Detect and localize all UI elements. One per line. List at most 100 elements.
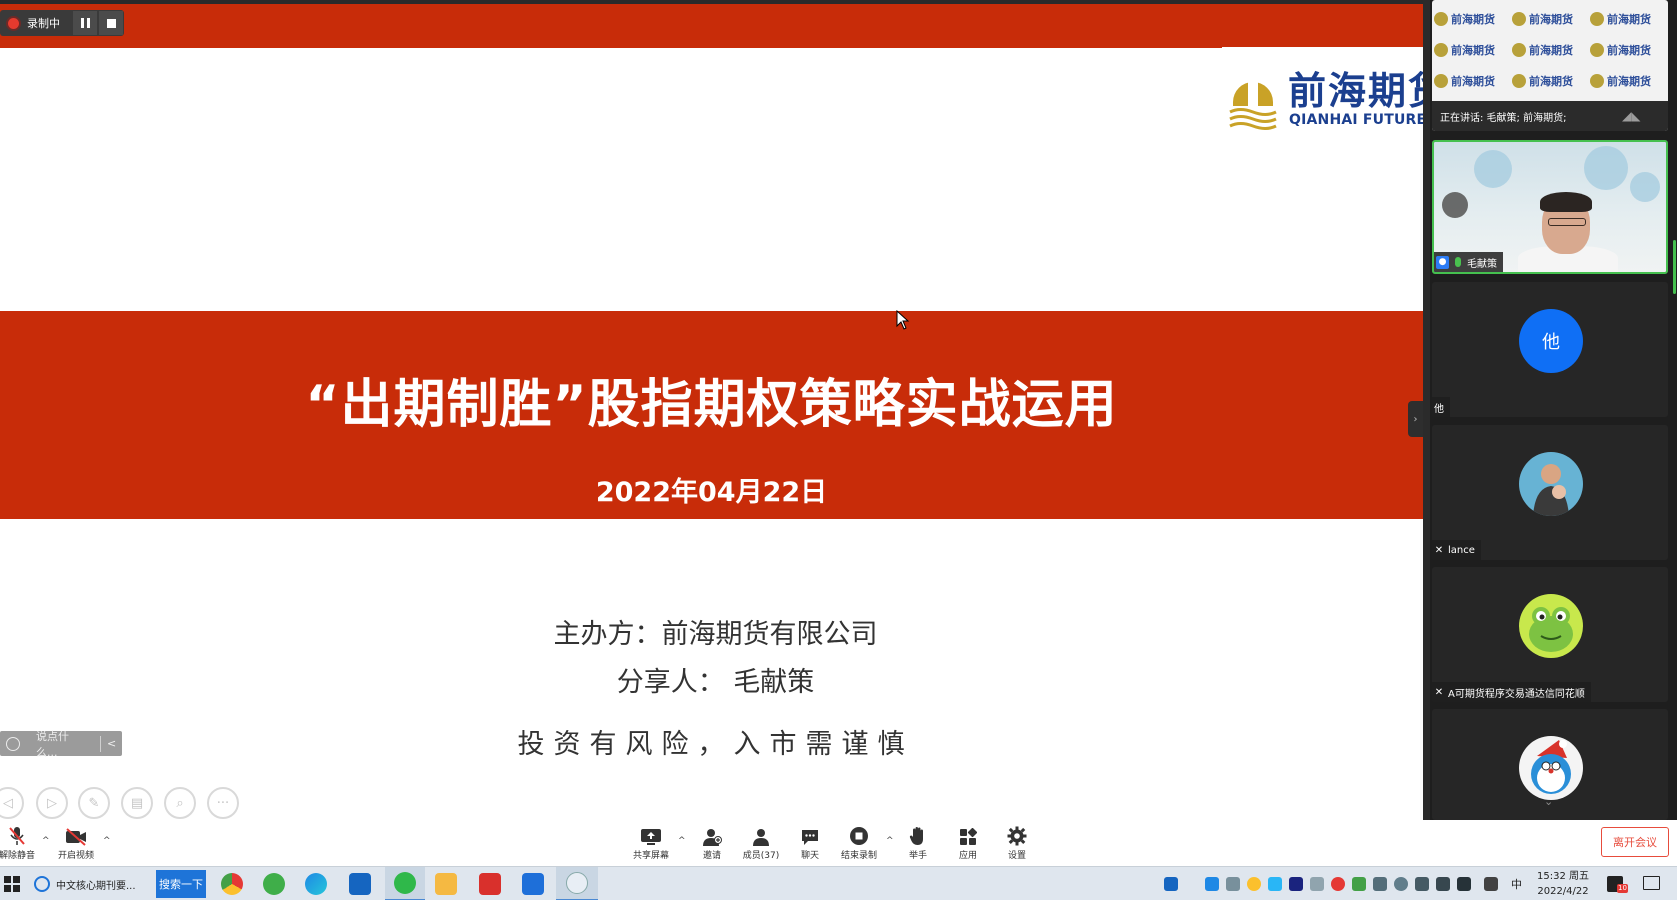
system-clock[interactable]: 15:32 周五 2022/4/22 [1533,869,1593,899]
mic-muted-icon: ✕ [1434,544,1444,556]
share-screen-button[interactable]: 共享屏幕 [624,826,678,861]
participant-tile[interactable]: 他 他 [1432,282,1668,417]
comment-input[interactable]: 说点什么... < [0,730,122,759]
participant-name-tag: ● 毛献策 [1434,252,1503,272]
watermark-stamp: 前海期货 [1434,35,1510,64]
chevron-right-icon: › [1413,413,1418,425]
emoji-icon[interactable] [6,736,20,751]
slide-title: “出期制胜”股指期权策略实战运用 [305,375,1118,435]
clock-time: 15:32 周五 [1537,871,1589,882]
settings-label: 设置 [1007,851,1026,861]
taskbar-app[interactable] [301,867,331,900]
green-browser-icon [263,873,285,895]
action-center-icon[interactable] [1643,876,1660,890]
watermark-stamp: 前海期货 [1512,67,1588,96]
thumbnails-button[interactable]: ▤ [121,787,153,819]
record-stop-icon [832,826,886,846]
pen-input-icon[interactable] [1484,877,1498,891]
panel-divider[interactable] [1423,0,1430,820]
tray-app-icon[interactable] [1164,877,1178,891]
start-video-button[interactable]: 开启视频 [49,826,103,861]
tray-app-icon[interactable] [1310,877,1324,891]
collapse-panel-button[interactable]: › [1408,401,1423,437]
prev-page-button[interactable]: ◁ [0,787,24,819]
end-recording-button[interactable]: 结束录制 [832,826,886,861]
taskbar-app[interactable] [345,867,375,900]
leave-meeting-button[interactable]: 离开会议 [1601,827,1669,857]
windows-start-icon[interactable] [4,876,20,892]
volume-muted-icon[interactable] [1457,877,1471,891]
watermark-stamp: 前海期货 [1512,35,1588,64]
tray-app-icon[interactable] [1331,877,1345,891]
pause-recording-button[interactable] [73,11,97,35]
folder-icon [435,873,457,895]
panel-scrollbar[interactable] [1673,240,1676,294]
raise-hand-button[interactable]: 举手 [891,826,945,861]
taskbar-app-meeting[interactable] [556,867,598,900]
taskbar-app[interactable] [431,867,461,900]
next-page-button[interactable]: ▷ [36,787,68,819]
taskbar-ie-title: 中文核心期刊要... [56,880,136,892]
logo-english-name: QIANHAI FUTURES [1289,112,1423,128]
decor-bubble [1630,172,1660,202]
taskbar-app[interactable] [259,867,289,900]
comment-divider [100,735,101,752]
participant-tile[interactable]: ✕ lance [1432,425,1668,560]
participant-tile[interactable]: ● 毛献策 [1432,140,1668,274]
apps-button[interactable]: 应用 [941,826,995,861]
chat-button[interactable]: 聊天 [783,826,837,861]
unmute-button[interactable]: 解除静音 [0,826,44,861]
more-button[interactable]: ··· [207,787,239,819]
taskbar-ie-app[interactable]: 中文核心期刊要... [34,867,152,900]
watermark-stamp: 前海期货 [1590,67,1666,96]
taskbar-app-wechat[interactable] [385,867,425,900]
stop-recording-button[interactable] [99,11,123,35]
taskbar-app[interactable] [217,867,247,900]
decor-bubble [1474,150,1512,188]
mouse-cursor-icon [896,310,910,330]
members-label: 成员(37) [742,851,780,861]
collapse-comment-icon[interactable]: < [107,737,116,750]
invite-button[interactable]: 邀请 [685,826,739,861]
arrow-right-icon: ▷ [47,795,57,811]
tray-app-icon[interactable] [1289,877,1303,891]
edge-icon [305,873,327,895]
taskbar-app[interactable] [518,867,548,900]
recording-dot-icon [8,17,19,29]
participant-avatar [1519,594,1583,658]
participant-tile[interactable]: ✕ A可期货程序交易通达信同花顺 [1432,567,1668,702]
company-logo: 前海期货 QIANHAI FUTURES [1228,60,1423,134]
tray-app-icon[interactable] [1268,877,1282,891]
camera-off-icon [49,826,103,846]
sharing-tile[interactable]: 前海期货 前海期货 前海期货 前海期货 前海期货 前海期货 前海期货 前海期货 … [1432,0,1668,131]
raise-hand-label: 举手 [908,851,927,861]
display-icon[interactable] [1436,877,1450,891]
scroll-down-icon[interactable]: ⌄ [1544,795,1553,808]
mic-muted-icon [0,826,44,846]
tray-app-icon[interactable] [1226,877,1240,891]
window-top-edge [0,0,1423,4]
cartoon-avatar-icon [1531,740,1571,794]
tray-app-icon[interactable] [1205,877,1219,891]
tray-app-icon[interactable] [1373,877,1387,891]
taskbar-search-button[interactable]: 搜索一下 [156,870,206,898]
tray-app-icon[interactable] [1352,877,1366,891]
usb-icon[interactable] [1415,877,1429,891]
start-video-label: 开启视频 [57,851,94,861]
members-button[interactable]: 成员(37) [734,826,788,861]
video-options-caret-icon[interactable]: ^ [103,836,111,846]
annotate-button[interactable]: ✎ [78,787,110,819]
shared-slide: 录制中 前海期货 QIANHAI FUTURES “出期制胜”股指期权策略实战运… [0,0,1423,820]
decor-bubble [1584,146,1628,190]
participant-tile[interactable]: ⌄ [1432,709,1668,820]
settings-button[interactable]: 设置 [990,826,1044,861]
mic-muted-icon: ✕ [1434,686,1444,698]
taskbar-app[interactable] [475,867,505,900]
tray-app-icon[interactable] [1247,877,1261,891]
zoom-button[interactable]: ⌕ [164,787,196,819]
participant-name: A可期货程序交易通达信同花顺 [1448,688,1585,700]
chat-label: 聊天 [800,851,819,861]
pause-icon [80,18,90,28]
network-icon[interactable] [1394,877,1408,891]
ime-indicator[interactable]: 中 [1511,876,1522,892]
